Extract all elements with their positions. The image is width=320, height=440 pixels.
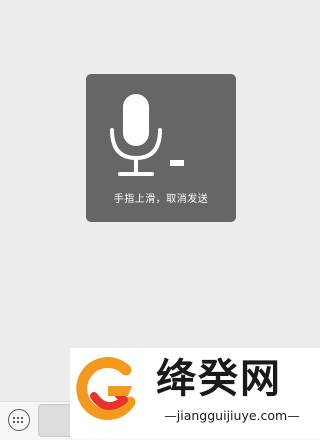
microphone-icon — [110, 94, 162, 176]
site-watermark: 绛癸网 —jiangguijiuye.com— — [70, 348, 320, 439]
volume-level-indicator — [170, 160, 184, 166]
voice-recording-overlay: 手指上滑，取消发送 — [86, 74, 236, 222]
keyboard-icon — [13, 416, 23, 423]
slide-up-cancel-hint: 手指上滑，取消发送 — [113, 194, 209, 205]
site-url: —jiangguijiuye.com— — [164, 408, 300, 423]
keyboard-toggle-button[interactable] — [8, 409, 30, 431]
site-logo — [76, 357, 136, 420]
site-name: 绛癸网 — [156, 355, 282, 402]
